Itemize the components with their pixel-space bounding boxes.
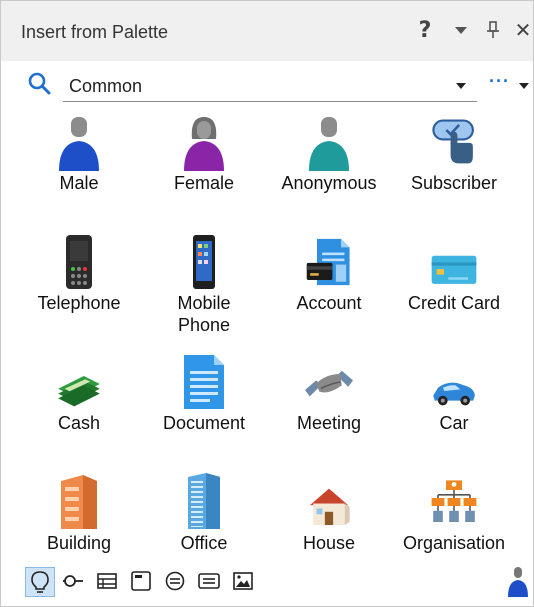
- male-person-icon: [55, 109, 103, 171]
- subscriber-icon: [430, 109, 478, 171]
- office-tower-icon: [180, 469, 228, 531]
- palette-item-label: Cash: [57, 413, 101, 433]
- palette-item-label: House: [302, 533, 356, 553]
- search-button[interactable]: [27, 71, 51, 100]
- palette-item-label: Document: [162, 413, 246, 433]
- circle-lines-icon: [165, 571, 185, 591]
- account-icon: [305, 229, 353, 291]
- document-icon: [180, 349, 228, 411]
- more-options-button[interactable]: ···: [489, 71, 510, 92]
- pin-icon: [487, 21, 499, 38]
- palette-item-male[interactable]: Male: [17, 109, 141, 227]
- close-icon: ✕: [514, 19, 532, 42]
- car-icon: [430, 349, 478, 411]
- palette-item-account[interactable]: Account: [267, 229, 391, 347]
- dropdown-icon: [455, 27, 467, 34]
- palette-search-row: Common ···: [1, 65, 533, 105]
- palette-item-meeting[interactable]: Meeting: [267, 349, 391, 467]
- meeting-handshake-icon: [305, 349, 353, 411]
- link-view-button[interactable]: [59, 567, 87, 595]
- mobile-phone-icon: [180, 229, 228, 291]
- female-person-icon: [180, 109, 228, 171]
- credit-card-icon: [430, 229, 478, 291]
- image-icon: [233, 572, 253, 590]
- palette-item-mobile-phone[interactable]: Mobile Phone: [142, 229, 266, 347]
- help-button[interactable]: ?: [411, 15, 439, 45]
- palette-item-label: Female: [173, 173, 235, 193]
- pin-button[interactable]: [479, 15, 507, 45]
- telephone-icon: [55, 229, 103, 291]
- category-select[interactable]: Common: [63, 69, 477, 102]
- rectangle-lines-icon: [198, 573, 220, 589]
- palette-item-label: Telephone: [37, 293, 121, 313]
- palette-item-label: Meeting: [296, 413, 362, 433]
- table-view-button[interactable]: [93, 567, 121, 595]
- palette-item-label: Credit Card: [407, 293, 501, 313]
- user-icon: [508, 567, 528, 597]
- anonymous-person-icon: [305, 109, 353, 171]
- palette-item-document[interactable]: Document: [142, 349, 266, 467]
- palette-item-cash[interactable]: Cash: [17, 349, 141, 467]
- palette-item-subscriber[interactable]: Subscriber: [392, 109, 516, 227]
- palette-item-label: Subscriber: [410, 173, 498, 193]
- window-icon: [131, 571, 151, 591]
- palette-item-label: Account: [296, 293, 362, 313]
- more-icon: ···: [489, 71, 510, 91]
- circle-view-button[interactable]: [161, 567, 189, 595]
- more-dropdown-icon[interactable]: [518, 82, 530, 90]
- close-button[interactable]: ✕: [509, 15, 534, 45]
- table-icon: [97, 573, 117, 589]
- panel-titlebar: Insert from Palette ? ✕: [1, 1, 533, 61]
- palette-item-label: Organisation: [402, 533, 506, 553]
- category-value: Common: [69, 76, 143, 96]
- panel-menu-button[interactable]: [447, 15, 475, 45]
- panel-title: Insert from Palette: [21, 22, 169, 42]
- search-icon: [28, 72, 51, 95]
- palette-view-toolbar: [1, 562, 533, 606]
- palette-item-label: Mobile Phone: [177, 293, 231, 335]
- palette-item-telephone[interactable]: Telephone: [17, 229, 141, 347]
- building-icon: [55, 469, 103, 531]
- organisation-chart-icon: [430, 469, 478, 531]
- insert-from-palette-panel: Insert from Palette ? ✕ Common ··· Male …: [0, 0, 534, 607]
- rectangle-view-button[interactable]: [195, 567, 223, 595]
- palette-item-label: Car: [439, 413, 469, 433]
- chevron-down-icon: [456, 83, 466, 89]
- palette-item-credit-card[interactable]: Credit Card: [392, 229, 516, 347]
- help-icon: ?: [418, 17, 432, 43]
- image-view-button[interactable]: [229, 567, 257, 595]
- palette-item-label: Male: [59, 173, 99, 193]
- palette-item-female[interactable]: Female: [142, 109, 266, 227]
- palette-item-anonymous[interactable]: Anonymous: [267, 109, 391, 227]
- link-node-icon: [63, 575, 83, 587]
- user-button[interactable]: [507, 565, 529, 602]
- palette-item-car[interactable]: Car: [392, 349, 516, 467]
- palette-item-label: Office: [180, 533, 228, 553]
- window-view-button[interactable]: [127, 567, 155, 595]
- palette-item-label: Building: [46, 533, 112, 553]
- lightbulb-view-button[interactable]: [25, 567, 55, 597]
- palette-item-label: Anonymous: [281, 173, 377, 193]
- lightbulb-icon: [31, 571, 49, 593]
- cash-icon: [55, 349, 103, 411]
- house-icon: [305, 469, 353, 531]
